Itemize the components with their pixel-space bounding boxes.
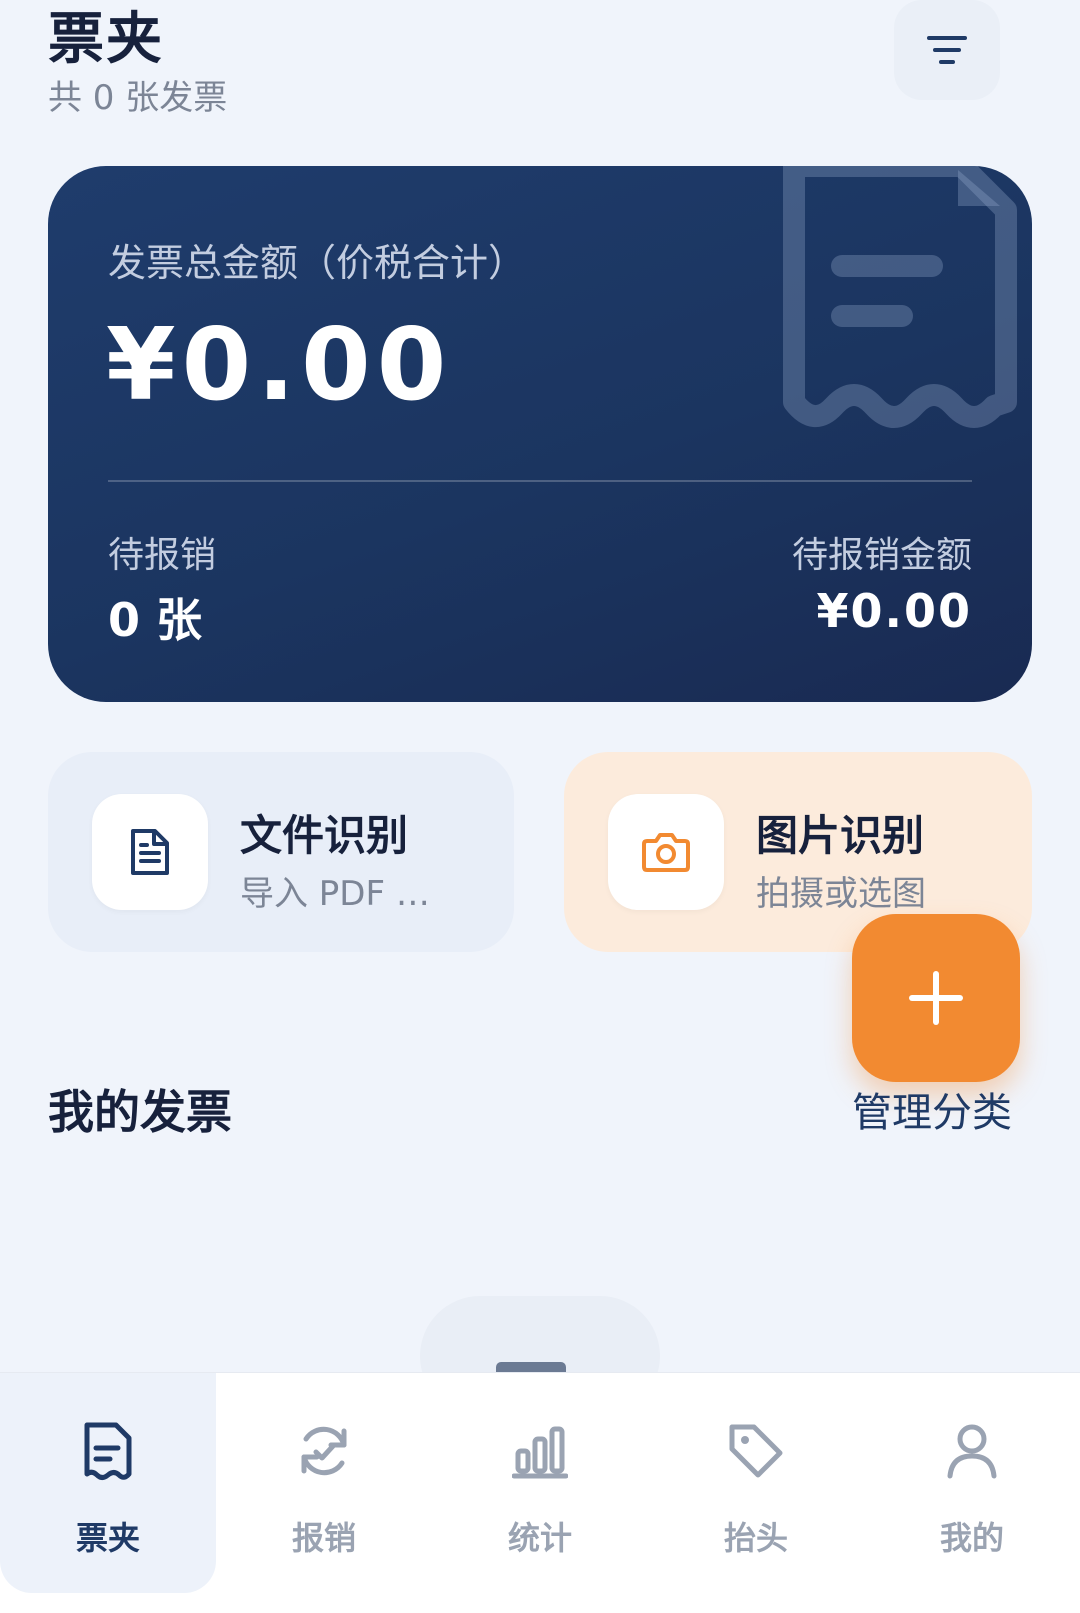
invoice-icon [84,1422,132,1480]
add-invoice-button[interactable] [852,914,1020,1082]
page-title: 票夹 [48,7,164,72]
document-icon [131,829,169,875]
pending-amount-value: ¥0.00 [816,584,972,638]
filter-icon [927,36,967,64]
nav-item-stats[interactable]: 统计 [432,1373,648,1593]
nav-label-wallet: 票夹 [75,1519,140,1557]
bar-chart-icon [512,1426,568,1479]
plus-icon [909,971,963,1025]
nav-item-title[interactable]: 抬头 [648,1373,864,1593]
nav-item-mine[interactable]: 我的 [864,1373,1080,1593]
tag-icon [729,1424,783,1478]
photo-recognition-subtitle: 拍摄或选图 [756,874,926,914]
my-invoices-title: 我的发票 [48,1085,232,1139]
receipt-icon [783,166,1017,428]
nav-label-stats: 统计 [507,1519,572,1557]
invoice-wallet-screen: 票夹 共 0 张发票 发票总金额（价税合计） ¥0.00 待报销 0 张 待报销… [0,0,1080,1613]
file-recognition-title: 文件识别 [240,811,409,860]
user-icon [947,1424,997,1479]
nav-label-mine: 我的 [939,1519,1004,1557]
refresh-check-icon [301,1426,347,1476]
file-icon-box [92,794,208,910]
nav-item-wallet[interactable]: 票夹 [0,1373,216,1593]
filter-button[interactable] [894,0,1000,100]
photo-recognition-title: 图片识别 [756,811,925,860]
nav-label-reimburse: 报销 [291,1519,356,1557]
manage-categories-link[interactable]: 管理分类 [852,1080,1012,1138]
pending-label: 待报销 [108,535,217,576]
empty-state-tab [496,1362,566,1372]
photo-icon-box [608,794,724,910]
nav-item-reimburse[interactable]: 报销 [216,1373,432,1593]
total-amount-label: 发票总金额（价税合计） [108,241,527,285]
pending-count: 0 张 [108,593,203,647]
camera-icon [642,833,690,872]
file-recognition-button[interactable]: 文件识别 导入 PDF … [48,752,514,952]
invoice-count: 共 0 张发票 [48,78,228,118]
file-recognition-subtitle: 导入 PDF … [240,874,430,914]
bottom-navigation: 票夹 报销 统计 抬头 我的 [0,1372,1080,1613]
total-amount-value: ¥0.00 [106,306,453,423]
card-divider [108,480,972,482]
nav-label-title: 抬头 [723,1519,788,1557]
summary-card[interactable]: 发票总金额（价税合计） ¥0.00 待报销 0 张 待报销金额 ¥0.00 [48,166,1032,702]
pending-amount-label: 待报销金额 [791,535,972,576]
